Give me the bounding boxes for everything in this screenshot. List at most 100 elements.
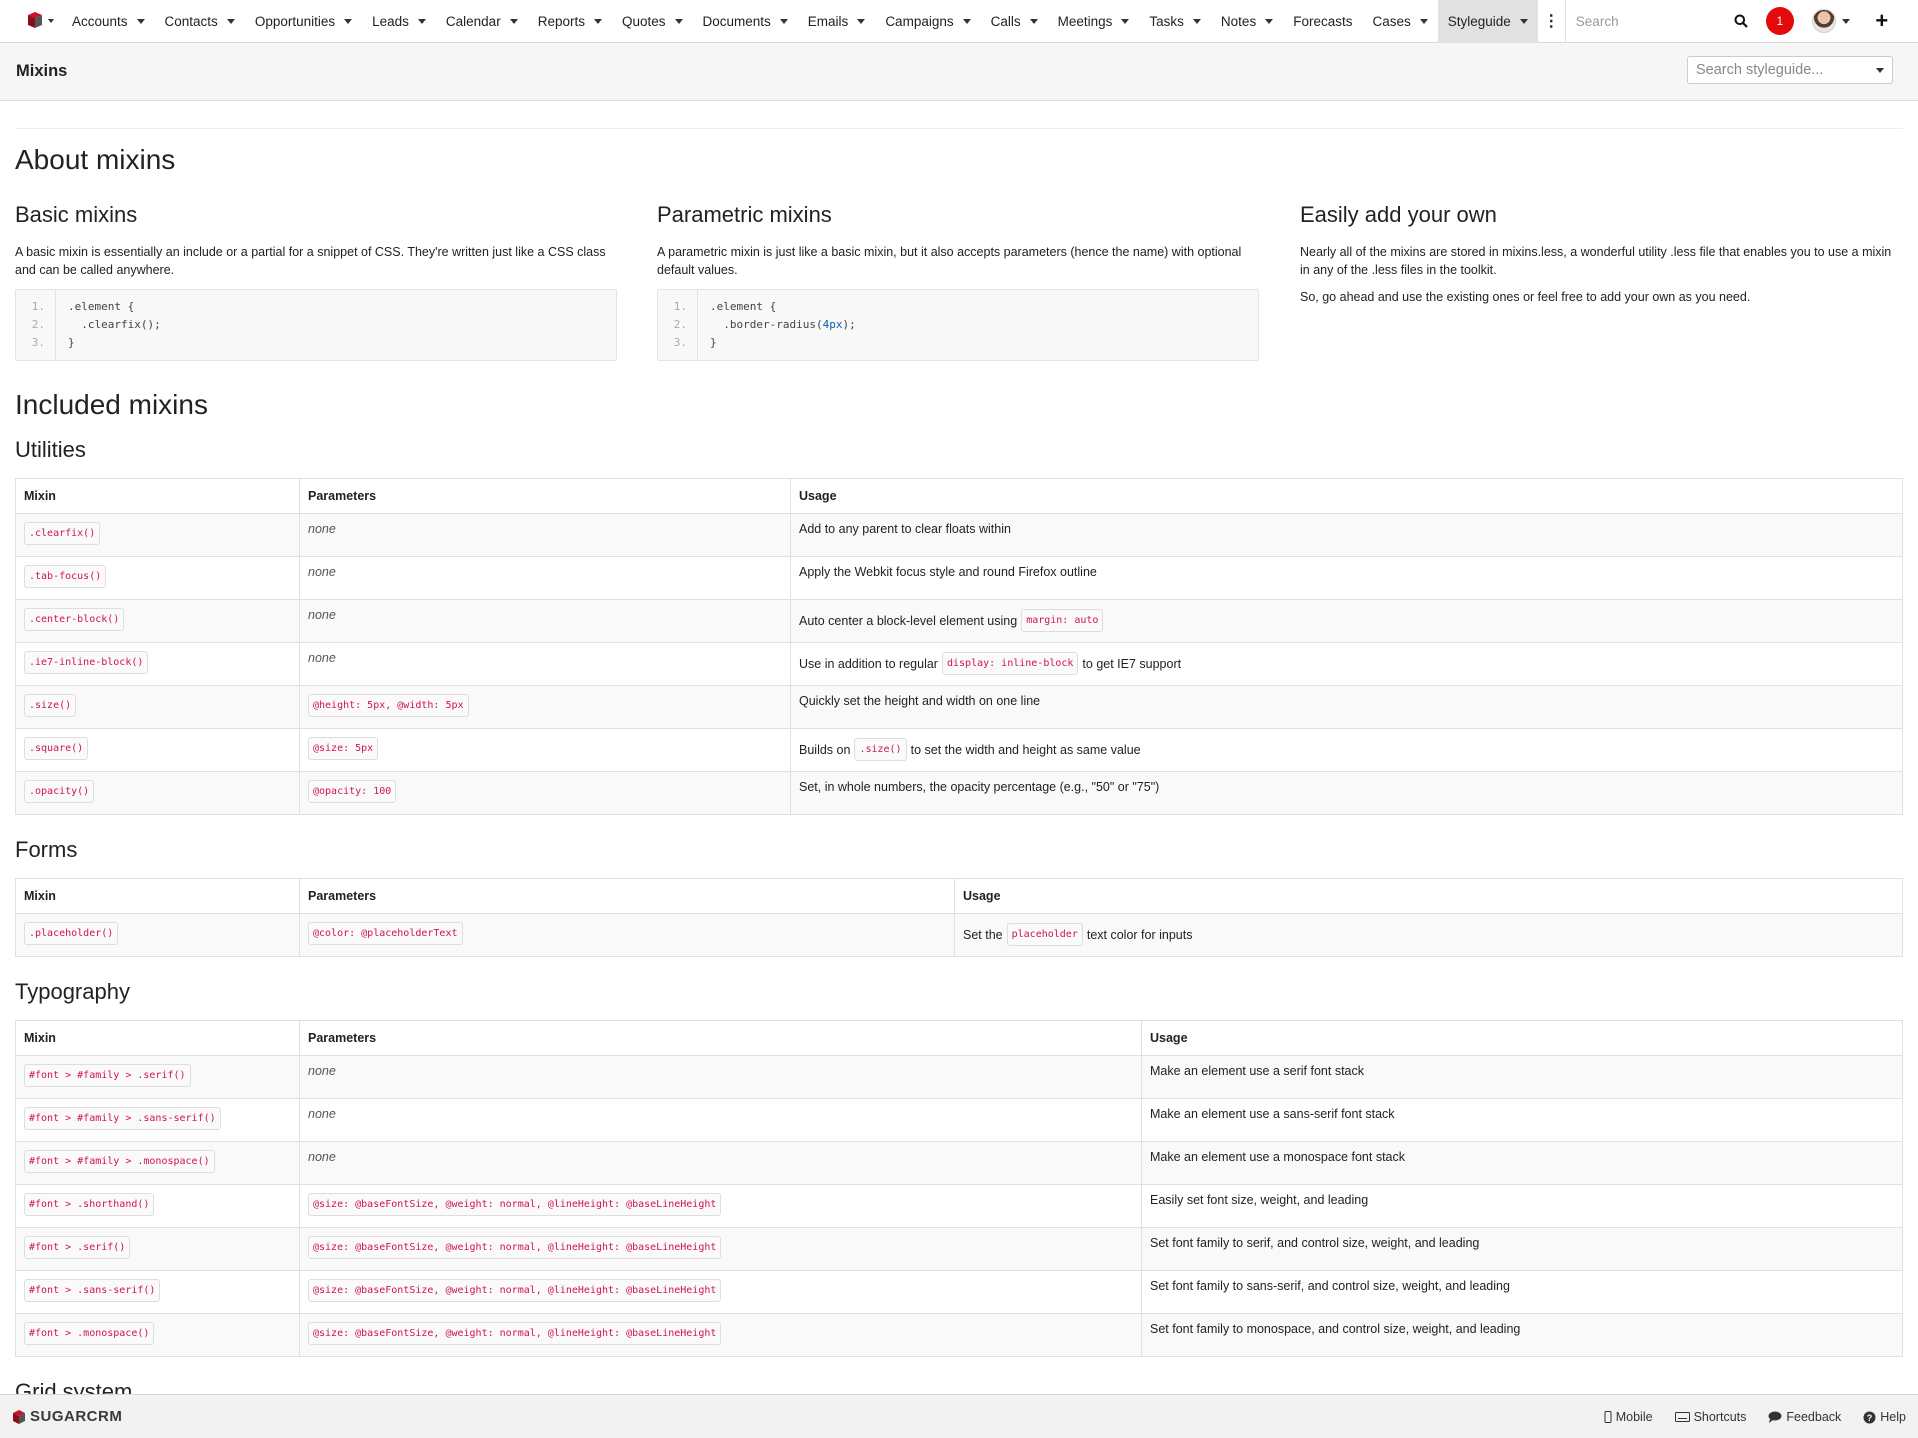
chevron-down-icon[interactable] <box>1419 18 1428 24</box>
table-row: .size() @height: 5px, @width: 5px Quickly … <box>15 685 1903 729</box>
parameters-cell: none <box>299 1098 1142 1142</box>
tab-calendar[interactable]: Calendar <box>436 0 528 43</box>
chevron-down-icon[interactable] <box>417 18 426 24</box>
tab-accounts[interactable]: Accounts <box>62 0 155 43</box>
tab-reports[interactable]: Reports <box>528 0 612 43</box>
mixin-name: #font > .shorthand() <box>24 1193 155 1216</box>
chevron-down-icon <box>1841 18 1850 24</box>
mixin-name: .clearfix() <box>24 522 101 545</box>
user-menu[interactable] <box>1811 9 1850 33</box>
shortcuts-link[interactable]: Shortcuts <box>1674 1410 1747 1424</box>
chevron-down-icon[interactable] <box>1519 18 1528 24</box>
tab-calls[interactable]: Calls <box>981 0 1048 43</box>
notification-badge[interactable]: 1 <box>1765 7 1794 35</box>
line-number: 2. <box>31 318 45 331</box>
mixin-cell: .clearfix() <box>15 513 300 557</box>
usage-cell: Apply the Webkit focus style and round F… <box>790 556 1903 600</box>
help-icon: ? <box>1863 1411 1876 1423</box>
keyboard-icon <box>1674 1412 1690 1422</box>
parameters-cell: none <box>299 513 791 557</box>
tab-tasks[interactable]: Tasks <box>1139 0 1211 43</box>
parameters-cell: none <box>299 1141 1142 1185</box>
usage-text: Use in addition to regular display: inlin… <box>799 651 1894 675</box>
tab-contacts[interactable]: Contacts <box>155 0 245 43</box>
chevron-down-icon[interactable] <box>857 18 866 24</box>
brand-name: SUGARCRM <box>30 1408 123 1425</box>
mixin-cell: #font > #family > .monospace() <box>15 1141 300 1185</box>
tab-label: Opportunities <box>254 13 336 29</box>
search-button[interactable] <box>1726 0 1756 43</box>
chevron-down-icon[interactable] <box>344 18 353 24</box>
tab-opportunities[interactable]: Opportunities <box>245 0 362 43</box>
mixin-name: .tab-focus() <box>24 565 107 588</box>
chevron-down-icon[interactable] <box>1192 18 1201 24</box>
tab-notes[interactable]: Notes <box>1211 0 1283 43</box>
help-link[interactable]: ? Help <box>1863 1410 1906 1424</box>
line-number: 2. <box>673 318 687 331</box>
usage-text-post: text color for inputs <box>1086 927 1193 942</box>
tab-forecasts[interactable]: Forecasts <box>1283 0 1362 43</box>
mixin-cell: .size() <box>15 685 300 729</box>
tab-cases[interactable]: Cases <box>1362 0 1437 43</box>
usage-cell: Set the placeholder text color for inputs <box>954 913 1903 957</box>
table-row: .placeholder() @color: @placeholderText Se… <box>15 913 1903 957</box>
tab-leads[interactable]: Leads <box>362 0 436 43</box>
feedback-link[interactable]: Feedback <box>1768 1410 1841 1424</box>
shortcuts-link-label: Shortcuts <box>1693 1410 1747 1424</box>
styleguide-search-select[interactable]: Search styleguide... <box>1687 56 1893 84</box>
usage-cell: Easily set font size, weight, and leadin… <box>1141 1184 1903 1228</box>
mixin-name: #font > #family > .sans-serif() <box>24 1107 221 1130</box>
mixin-cell: #font > #family > .sans-serif() <box>15 1098 300 1142</box>
sugarcrm-logo: SUGARCRM <box>12 1408 122 1425</box>
plus-icon: + <box>1875 8 1889 33</box>
usage-text-pre: Set the <box>963 927 1003 942</box>
parameters-cell: @size: @baseFontSize, @weight: normal, @… <box>299 1184 1142 1228</box>
speech-bubble-icon <box>1768 1411 1782 1423</box>
more-modules-button[interactable]: ⋮ <box>1538 0 1566 43</box>
svg-text:?: ? <box>1867 1413 1873 1423</box>
included-mixins-heading: Included mixins <box>15 389 208 420</box>
mixin-name: .placeholder() <box>24 922 119 945</box>
chevron-down-icon[interactable] <box>136 18 145 24</box>
quick-create-button[interactable]: + <box>1870 8 1894 34</box>
chevron-down-icon[interactable] <box>1265 18 1274 24</box>
parameters-cell: none <box>299 556 791 600</box>
tab-documents[interactable]: Documents <box>693 0 798 43</box>
parametric-mixin-code-example: 1. 2. 3. .element { .border-radius(4px);… <box>657 289 1259 361</box>
tab-quotes[interactable]: Quotes <box>612 0 693 43</box>
mixin-name: .square() <box>24 737 89 760</box>
column-header-mixin: Mixin <box>15 1020 300 1056</box>
tab-label: Styleguide <box>1447 13 1511 29</box>
mixin-name: .size() <box>24 694 77 717</box>
column-header-parameters: Parameters <box>299 1020 1142 1056</box>
usage-cell: Set, in whole numbers, the opacity perce… <box>790 771 1903 815</box>
basic-mixins-heading: Basic mixins <box>15 202 138 227</box>
chevron-down-icon[interactable] <box>674 18 683 24</box>
chevron-down-icon[interactable] <box>1029 18 1038 24</box>
line-number: 1. <box>31 300 45 313</box>
main-content: About mixins Basic mixins A basic mixin … <box>0 101 1918 1394</box>
parameters-code: @size: @baseFontSize, @weight: normal, @… <box>308 1322 722 1345</box>
mobile-link[interactable]: Mobile <box>1604 1410 1653 1424</box>
mixin-cell: .tab-focus() <box>15 556 300 600</box>
chevron-down-icon[interactable] <box>593 18 602 24</box>
global-search-input[interactable]: Search <box>1566 0 1726 43</box>
table-row: #font > .monospace() @size: @baseFontSize… <box>15 1313 1903 1357</box>
mixin-cell: #font > .shorthand() <box>15 1184 300 1228</box>
tab-label: Leads <box>372 13 409 29</box>
chevron-down-icon[interactable] <box>226 18 235 24</box>
tab-styleguide[interactable]: Styleguide <box>1437 0 1538 43</box>
table-row: .clearfix() none Add to any parent to clea… <box>15 513 1903 557</box>
tab-campaigns[interactable]: Campaigns <box>875 0 980 43</box>
chevron-down-icon[interactable] <box>779 18 788 24</box>
tab-label: Calendar <box>445 13 501 29</box>
sugar-cube-logo-menu[interactable] <box>20 0 62 43</box>
grid-system-heading: Grid system <box>15 1379 133 1394</box>
chevron-down-icon[interactable] <box>1121 18 1130 24</box>
tab-meetings[interactable]: Meetings <box>1048 0 1140 43</box>
chevron-down-icon[interactable] <box>962 18 971 24</box>
avatar <box>1811 9 1836 33</box>
tab-emails[interactable]: Emails <box>798 0 876 43</box>
table-header-row: Mixin Parameters Usage <box>15 878 1903 914</box>
chevron-down-icon[interactable] <box>509 18 518 24</box>
